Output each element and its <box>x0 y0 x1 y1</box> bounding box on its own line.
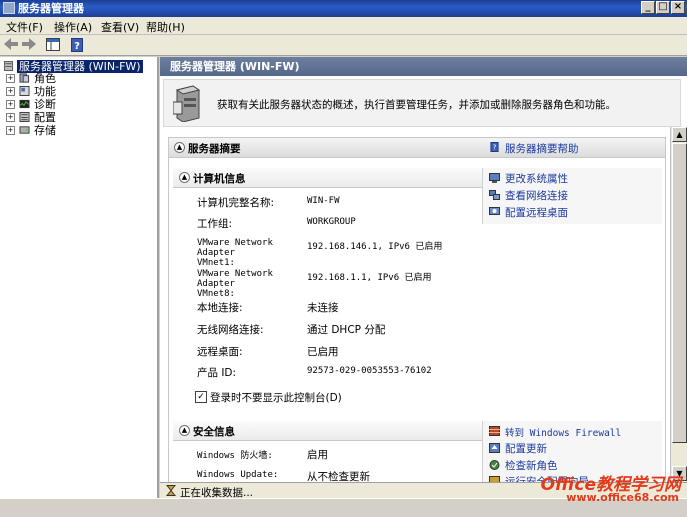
show-hide-console-tree-icon[interactable] <box>45 38 61 52</box>
collapse-icon[interactable]: ▲ <box>179 172 190 183</box>
change-system-properties-link[interactable]: 更改系统属性 <box>505 171 568 186</box>
configure-updates-link[interactable]: 配置更新 <box>505 441 547 456</box>
configuration-icon <box>19 112 30 122</box>
workgroup-label: 工作组: <box>197 218 233 230</box>
vmnet1-value: 192.168.146.1, IPv6 已启用 <box>307 242 443 252</box>
tree-item-diagnostics[interactable]: + 诊断 <box>6 98 146 111</box>
system-properties-icon <box>489 173 500 183</box>
back-arrow-icon[interactable] <box>3 38 19 52</box>
network-connections-icon <box>489 190 500 200</box>
security-info-title: 安全信息 <box>193 426 235 438</box>
svg-text:?: ? <box>493 143 497 152</box>
server-summary-help-link[interactable]: 服务器摘要帮助 <box>505 141 579 156</box>
hourglass-icon <box>166 485 176 496</box>
expand-icon[interactable]: + <box>6 100 15 109</box>
window-title: 服务器管理器 <box>18 2 84 15</box>
tree-item-storage[interactable]: + 存储 <box>6 124 146 137</box>
intro-banner: 获取有关此服务器状态的概述，执行首要管理任务，并添加或删除服务器角色和功能。 <box>163 79 681 127</box>
toolbar: ? <box>0 35 687 56</box>
pane-header: 服务器管理器 (WIN-FW) <box>160 57 687 76</box>
go-to-firewall-link[interactable]: 转到 Windows Firewall <box>505 425 621 439</box>
vmnet8-value: 192.168.1.1, IPv6 已启用 <box>307 273 432 283</box>
firewall-label: Windows 防火墙: <box>197 451 273 461</box>
intro-text: 获取有关此服务器状态的概述，执行首要管理任务，并添加或删除服务器角色和功能。 <box>217 99 616 111</box>
tree-item-roles[interactable]: + 角色 <box>6 72 146 85</box>
windows-update-label: Windows Update: <box>197 470 279 480</box>
menu-action[interactable]: 操作(A) <box>54 19 92 35</box>
computer-info-title: 计算机信息 <box>193 173 246 185</box>
minimize-button[interactable]: _ <box>641 1 655 14</box>
server-manager-icon <box>3 2 15 14</box>
view-network-connections-link[interactable]: 查看网络连接 <box>505 188 568 203</box>
check-roles-icon <box>489 460 500 470</box>
features-icon <box>19 86 30 96</box>
close-button[interactable]: × <box>671 1 685 14</box>
scroll-up-icon[interactable]: ▲ <box>672 127 687 142</box>
server-tower-icon <box>173 85 201 122</box>
product-id-value: 92573-029-0053553-76102 <box>307 366 432 376</box>
watermark-url: www.office68.com <box>566 491 679 504</box>
menu-help[interactable]: 帮助(H) <box>146 19 185 35</box>
collapse-icon[interactable]: ▲ <box>179 425 190 436</box>
tree-item-configuration[interactable]: + 配置 <box>6 111 146 124</box>
title-bar: 服务器管理器 _ □ × <box>0 0 687 17</box>
firewall-icon <box>489 426 500 436</box>
diagnostics-icon <box>19 99 30 109</box>
menu-bar: 文件(F) 操作(A) 查看(V) 帮助(H) <box>0 17 687 35</box>
remote-desktop-label: 远程桌面: <box>197 346 243 358</box>
server-summary-header: ▲ 服务器摘要 ? 服务器摘要帮助 <box>169 138 665 158</box>
forward-arrow-icon[interactable] <box>21 38 37 52</box>
svg-text:?: ? <box>74 41 80 52</box>
expand-icon[interactable]: + <box>6 113 15 122</box>
server-summary-title: 服务器摘要 <box>188 143 241 155</box>
firewall-value: 启用 <box>307 449 328 461</box>
wireless-connection-value: 通过 DHCP 分配 <box>307 324 386 336</box>
roles-icon <box>19 73 30 83</box>
expand-icon[interactable]: + <box>6 74 15 83</box>
console-tree: 服务器管理器 (WIN-FW) + 角色 + 功能 + 诊断 + 配置 + 存储 <box>0 57 159 498</box>
scroll-thumb[interactable] <box>672 143 687 443</box>
expand-icon[interactable]: + <box>6 126 15 135</box>
server-icon <box>3 61 14 71</box>
hide-console-label[interactable]: 登录时不要显示此控制台(D) <box>210 390 342 405</box>
server-summary-section: ▲ 服务器摘要 ? 服务器摘要帮助 ▲ 计算机信息 更改系统属性 查看网络连接 … <box>168 137 666 488</box>
expand-icon[interactable]: + <box>6 87 15 96</box>
collapse-icon[interactable]: ▲ <box>174 142 185 153</box>
help-icon[interactable]: ? <box>69 38 85 52</box>
computer-name-value: WIN-FW <box>307 196 340 206</box>
workgroup-value: WORKGROUP <box>307 217 356 227</box>
help-icon: ? <box>490 142 499 152</box>
computer-info-tasks: 更改系统属性 查看网络连接 配置远程桌面 <box>482 168 662 224</box>
local-connection-value: 未连接 <box>307 302 339 314</box>
remote-desktop-value: 已启用 <box>307 346 339 358</box>
vmnet1-label: VMware Network Adapter VMnet1: <box>197 238 273 268</box>
computer-name-label: 计算机完整名称: <box>197 197 275 209</box>
vertical-scrollbar[interactable]: ▲ ▼ <box>670 127 687 482</box>
product-id-label: 产品 ID: <box>197 367 237 379</box>
remote-desktop-icon <box>489 207 500 215</box>
configure-remote-desktop-link[interactable]: 配置远程桌面 <box>505 205 568 220</box>
vmnet8-label: VMware Network Adapter VMnet8: <box>197 269 273 299</box>
pane-header-title: 服务器管理器 (WIN-FW) <box>170 60 300 73</box>
wireless-connection-label: 无线网络连接: <box>197 324 264 336</box>
local-connection-label: 本地连接: <box>197 302 243 314</box>
tree-item-features[interactable]: + 功能 <box>6 85 146 98</box>
menu-view[interactable]: 查看(V) <box>101 19 139 35</box>
storage-icon <box>19 126 30 134</box>
menu-file[interactable]: 文件(F) <box>6 19 43 35</box>
maximize-button[interactable]: □ <box>656 1 670 14</box>
hide-console-checkbox[interactable]: ✓ <box>195 391 207 403</box>
windows-update-icon <box>489 443 500 453</box>
